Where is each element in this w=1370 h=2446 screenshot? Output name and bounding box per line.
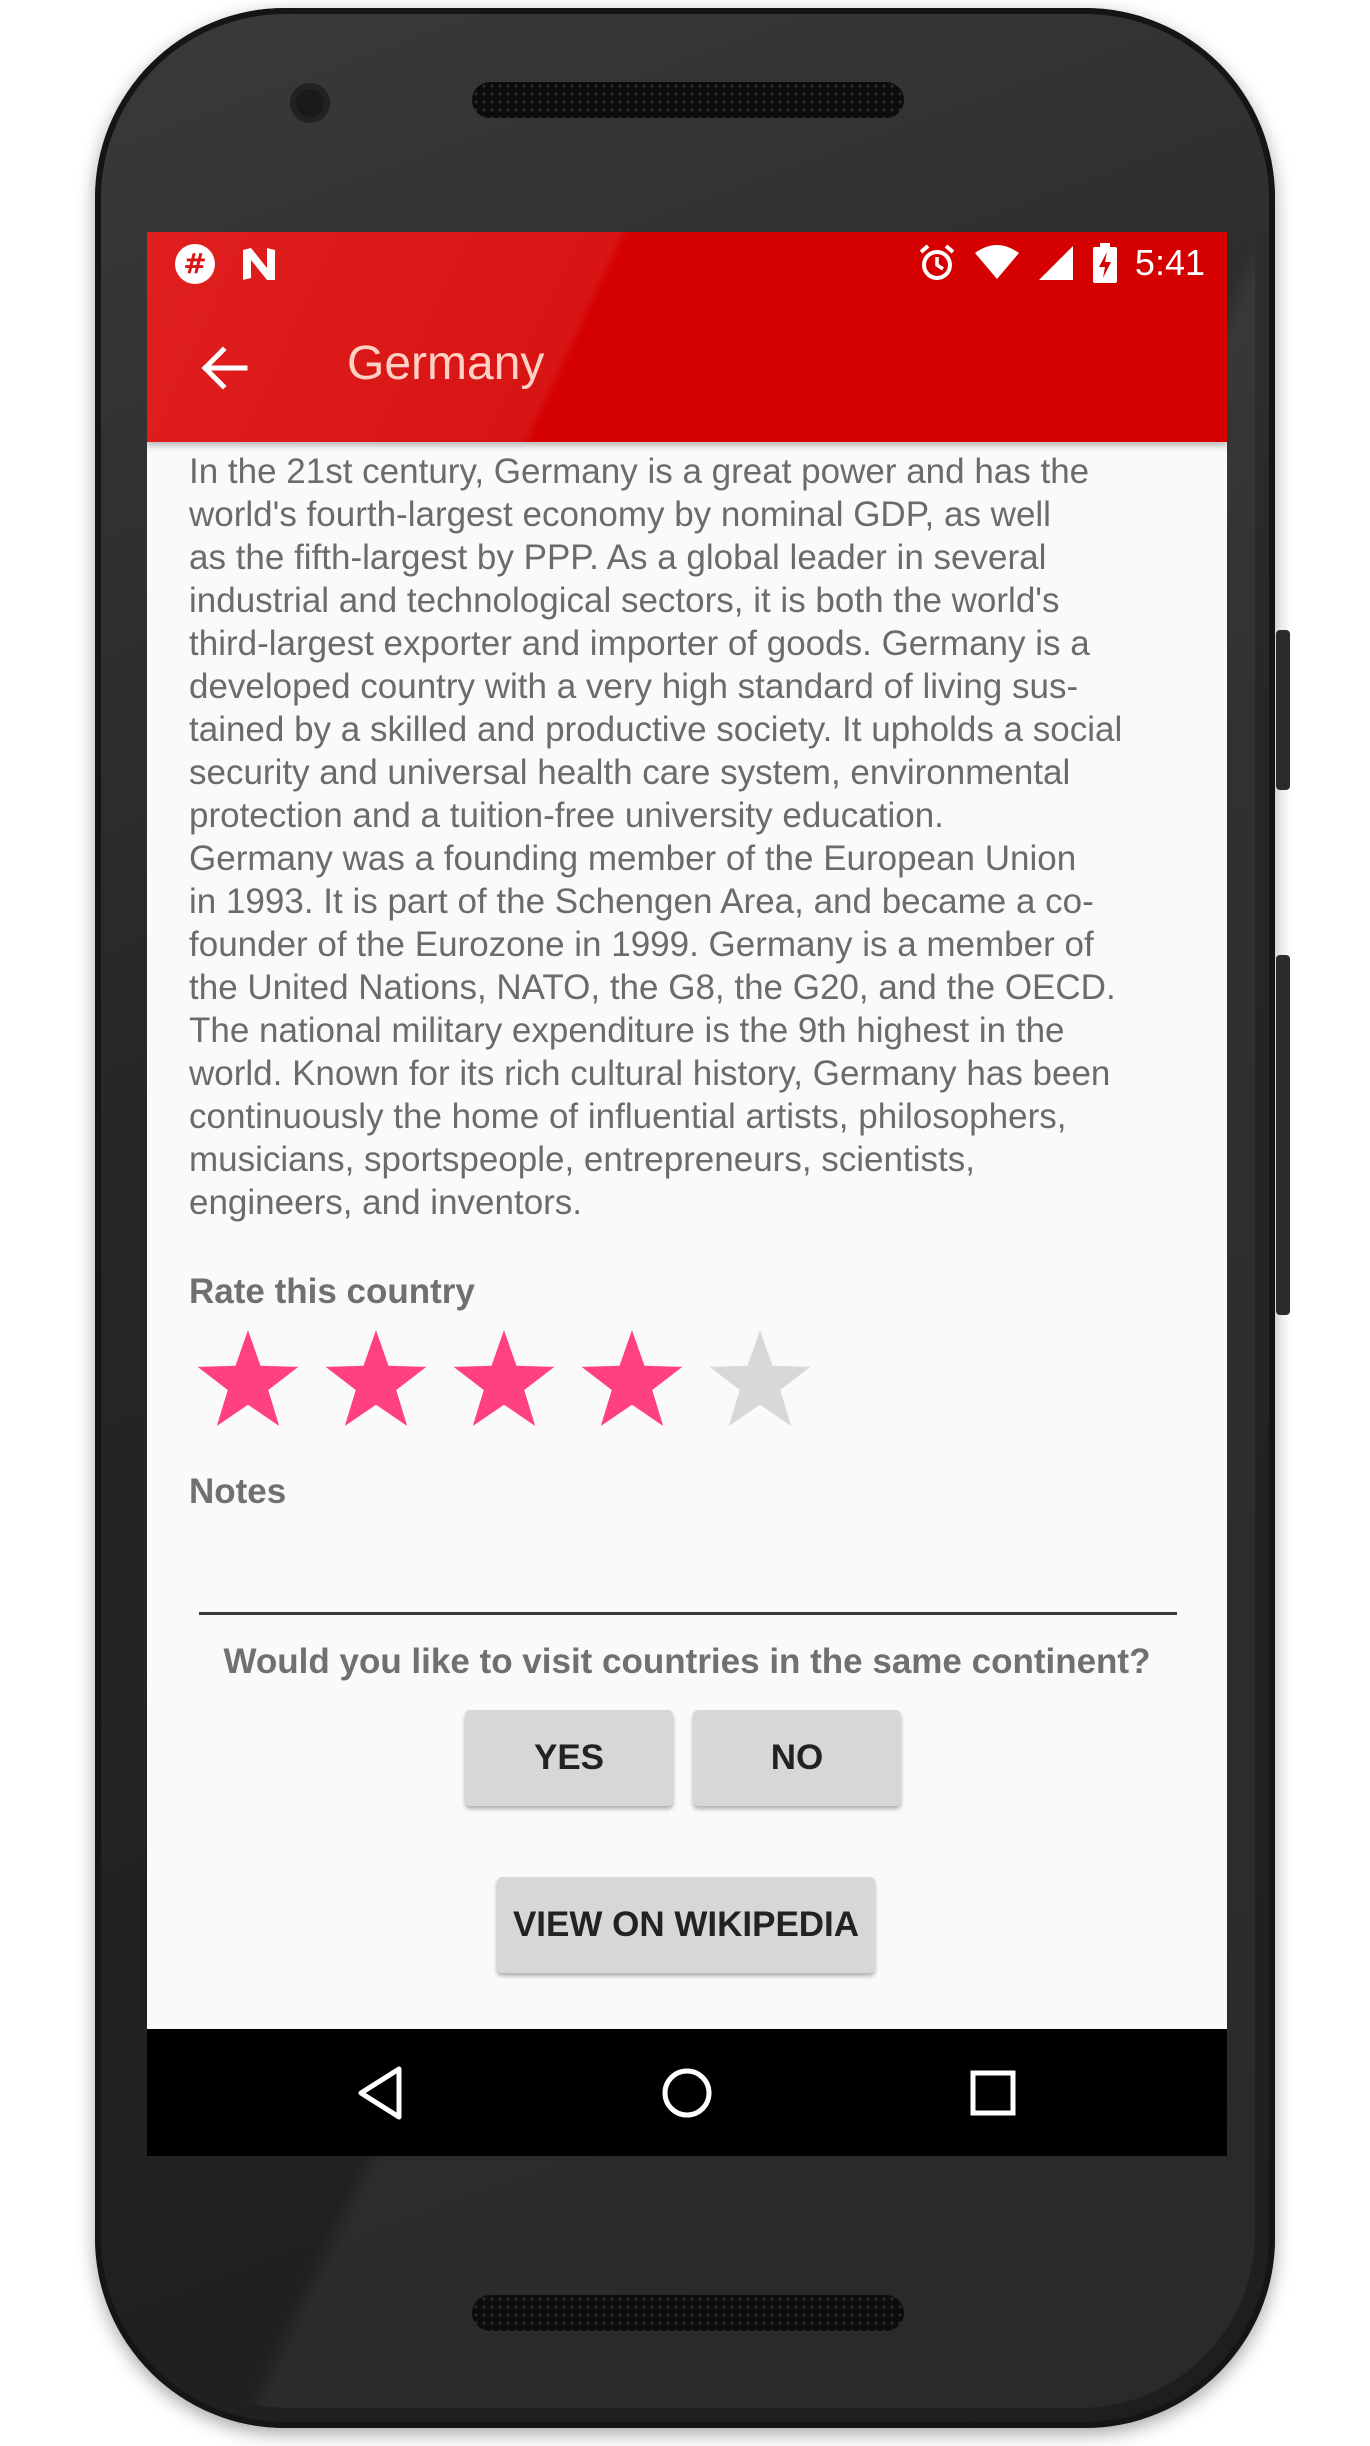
view-on-wikipedia-button[interactable]: VIEW ON WIKIPEDIA: [497, 1877, 875, 1973]
volume-button: [1276, 955, 1290, 1315]
star-filled-icon[interactable]: [451, 1327, 557, 1433]
front-camera: [290, 83, 330, 123]
bottom-speaker: [472, 2295, 904, 2331]
navigation-bar: [147, 2029, 1227, 2156]
app-bar: # 5:41 Germany: [147, 232, 1227, 442]
description-scroll[interactable]: In the 21st century, Germany is a great …: [189, 450, 1189, 1224]
alarm-icon: [919, 244, 955, 280]
rating-bar[interactable]: [195, 1327, 813, 1433]
country-description: In the 21st century, Germany is a great …: [189, 452, 1123, 1222]
status-time: 5:41: [1134, 242, 1205, 283]
toolbar: Germany: [147, 296, 1227, 442]
cell-signal-icon: [1038, 246, 1073, 280]
rating-label: Rate this country: [189, 1272, 475, 1311]
star-filled-icon[interactable]: [323, 1327, 429, 1433]
svg-text:#: #: [183, 247, 206, 280]
battery-charging-icon: [1092, 243, 1117, 283]
n-notification-icon: [243, 248, 275, 280]
notes-input[interactable]: [199, 1522, 1177, 1615]
page-title: Germany: [347, 337, 545, 390]
slack-notification-icon: #: [175, 244, 215, 284]
yes-button[interactable]: YES: [465, 1710, 673, 1806]
nav-recents-icon[interactable]: [961, 2061, 1025, 2125]
nav-back-icon[interactable]: [349, 2061, 413, 2125]
no-button[interactable]: NO: [693, 1710, 901, 1806]
visit-question: Would you like to visit countries in the…: [223, 1642, 1151, 1681]
star-filled-icon[interactable]: [579, 1327, 685, 1433]
wifi-icon: [974, 245, 1019, 279]
notes-label: Notes: [189, 1472, 287, 1511]
status-bar: # 5:41: [147, 232, 1227, 296]
power-button: [1276, 630, 1290, 790]
star-filled-icon[interactable]: [195, 1327, 301, 1433]
back-arrow-icon[interactable]: [193, 336, 257, 400]
screen: # 5:41 Germany In the 21st century, Germ…: [147, 232, 1227, 2156]
nav-home-icon[interactable]: [655, 2061, 719, 2125]
top-speaker: [472, 82, 904, 118]
star-empty-icon[interactable]: [707, 1327, 813, 1433]
